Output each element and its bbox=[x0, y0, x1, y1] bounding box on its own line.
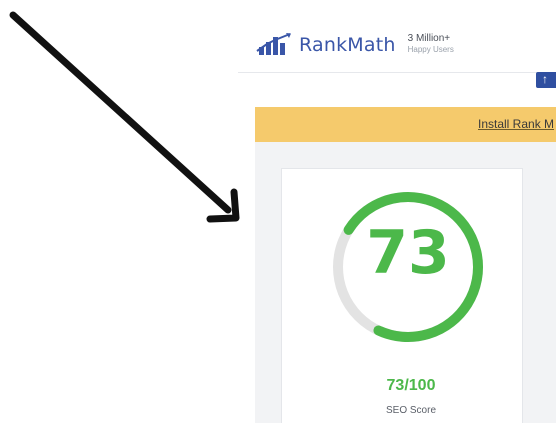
header: RankMath 3 Million+ Happy Users bbox=[255, 28, 454, 62]
notice-link[interactable]: Install Rank M bbox=[478, 117, 554, 131]
header-divider bbox=[238, 72, 556, 73]
score-number: 73 bbox=[366, 218, 450, 288]
users-label: Happy Users bbox=[407, 45, 454, 54]
top-action-button[interactable]: ↑ bbox=[536, 72, 556, 88]
seo-score-card: 73 73/100 SEO Score bbox=[281, 168, 523, 423]
users-count: 3 Million+ bbox=[407, 33, 451, 44]
users-block: 3 Million+ Happy Users bbox=[408, 34, 454, 54]
score-caption: SEO Score bbox=[385, 405, 437, 416]
brand-name[interactable]: RankMath bbox=[299, 34, 396, 56]
page: RankMath 3 Million+ Happy Users ↑ Instal… bbox=[0, 0, 556, 423]
notice-bar: Install Rank M bbox=[255, 107, 556, 142]
top-action-button-icon: ↑ bbox=[542, 72, 548, 86]
rankmath-logo-icon[interactable] bbox=[255, 31, 293, 59]
score-fraction: 73/100 bbox=[386, 377, 436, 394]
